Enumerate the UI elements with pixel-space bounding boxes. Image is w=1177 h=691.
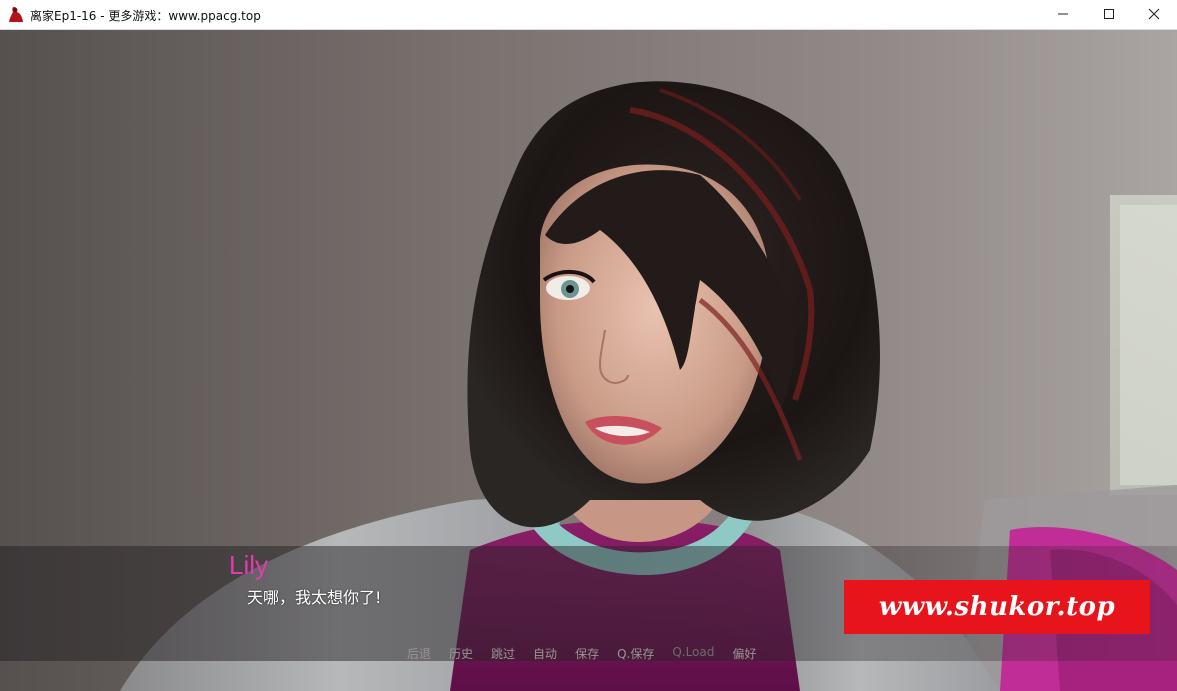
close-icon — [1148, 5, 1160, 24]
watermark-banner: www.shukor.top — [844, 580, 1150, 634]
dialogue-text: 天哪，我太想你了! — [247, 588, 382, 607]
quick-menu-save[interactable]: 保存 — [566, 645, 608, 661]
quick-menu-history[interactable]: 历史 — [440, 645, 482, 661]
quick-menu-auto[interactable]: 自动 — [524, 645, 566, 661]
window-title: 离家Ep1-16 - 更多游戏：www.ppacg.top — [30, 9, 261, 23]
speaker-name: Lily — [229, 550, 269, 580]
title-bar[interactable]: 离家Ep1-16 - 更多游戏：www.ppacg.top — [0, 0, 1177, 30]
maximize-button[interactable] — [1086, 0, 1132, 29]
close-button[interactable] — [1131, 0, 1177, 29]
watermark-text: www.shukor.top — [878, 592, 1116, 622]
minimize-icon — [1057, 5, 1069, 24]
minimize-button[interactable] — [1040, 0, 1086, 29]
maximize-icon — [1103, 5, 1115, 24]
quick-menu-skip[interactable]: 跳过 — [482, 645, 524, 661]
quick-menu-quick-load[interactable]: Q.Load — [663, 645, 723, 661]
quick-menu-back[interactable]: 后退 — [398, 645, 440, 661]
app-icon — [8, 6, 24, 23]
quick-menu-preferences[interactable]: 偏好 — [723, 645, 765, 661]
quick-menu-quick-save[interactable]: Q.保存 — [608, 645, 663, 661]
game-window: 离家Ep1-16 - 更多游戏：www.ppacg.top Lily 天哪，我太… — [0, 0, 1177, 691]
quick-menu: 后退 历史 跳过 自动 保存 Q.保存 Q.Load 偏好 — [398, 645, 765, 661]
